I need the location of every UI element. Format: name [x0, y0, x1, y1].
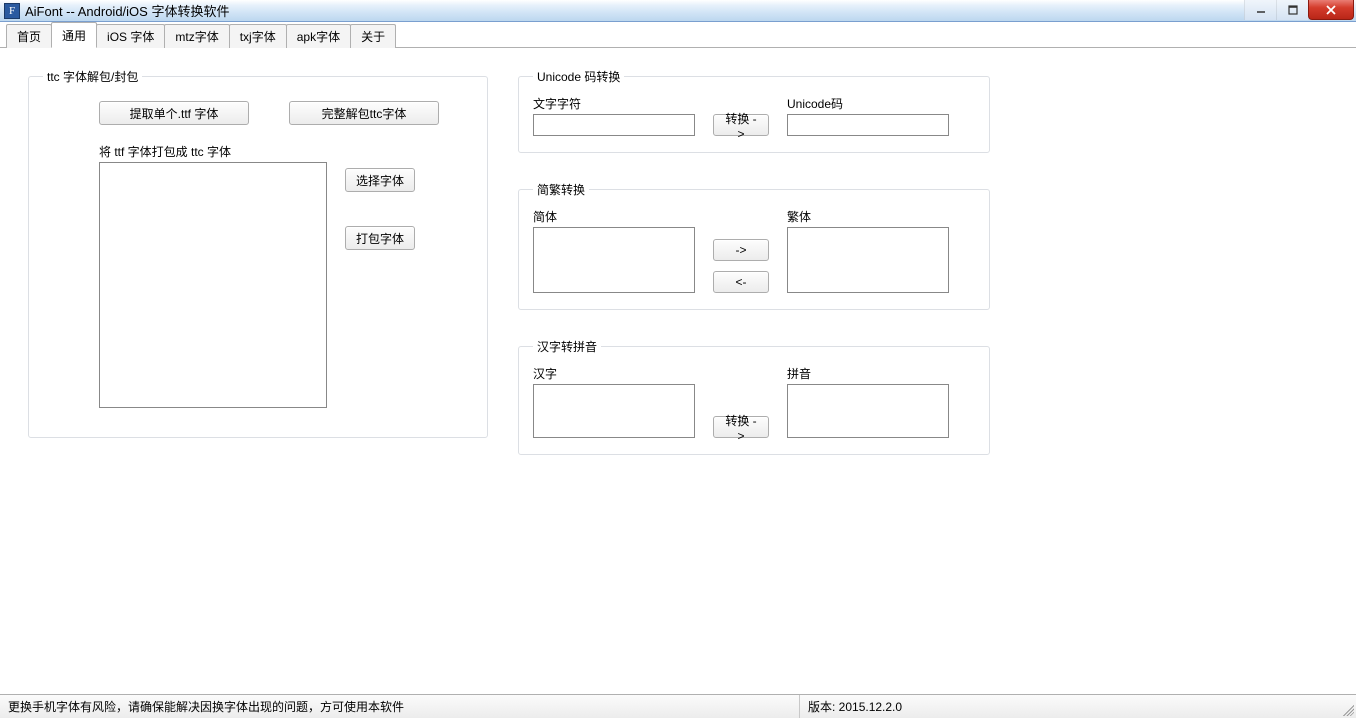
to-traditional-button[interactable]: ->: [713, 239, 769, 261]
titlebar: F AiFont -- Android/iOS 字体转换软件: [0, 0, 1356, 22]
ttf-listbox[interactable]: [99, 162, 327, 408]
jianfan-legend: 简繁转换: [533, 181, 589, 198]
content-area: ttc 字体解包/封包 提取单个.ttf 字体 完整解包ttc字体 将 ttf …: [0, 48, 1356, 503]
simplified-textarea[interactable]: [533, 227, 695, 293]
ttc-legend: ttc 字体解包/封包: [43, 68, 142, 85]
to-simplified-button[interactable]: <-: [713, 271, 769, 293]
select-font-button[interactable]: 选择字体: [345, 168, 415, 192]
jianfan-group: 简繁转换 简体 -> <- 繁体: [518, 181, 990, 310]
unicode-char-input[interactable]: [533, 114, 695, 136]
unicode-code-input[interactable]: [787, 114, 949, 136]
pinyin-group: 汉字转拼音 汉字 转换 -> 拼音: [518, 338, 990, 455]
tab-bar: 首页 通用 iOS 字体 mtz字体 txj字体 apk字体 关于: [0, 24, 1356, 48]
status-version: 版本: 2015.12.2.0: [800, 695, 1320, 718]
pinyin-convert-button[interactable]: 转换 ->: [713, 416, 769, 438]
unicode-legend: Unicode 码转换: [533, 68, 624, 85]
simplified-label: 简体: [533, 208, 695, 225]
window-title: AiFont -- Android/iOS 字体转换软件: [25, 1, 229, 20]
pack-font-button[interactable]: 打包字体: [345, 226, 415, 250]
pinyin-label: 拼音: [787, 365, 949, 382]
unicode-char-label: 文字字符: [533, 95, 695, 112]
minimize-button[interactable]: [1244, 0, 1276, 20]
maximize-button[interactable]: [1276, 0, 1308, 20]
unpack-ttc-button[interactable]: 完整解包ttc字体: [289, 101, 439, 125]
traditional-label: 繁体: [787, 208, 949, 225]
status-bar: 更换手机字体有风险，请确保能解决因换字体出现的问题，方可使用本软件 版本: 20…: [0, 694, 1356, 718]
traditional-textarea[interactable]: [787, 227, 949, 293]
tab-home[interactable]: 首页: [6, 24, 52, 48]
app-icon: F: [4, 3, 20, 19]
unicode-code-label: Unicode码: [787, 95, 949, 112]
pinyin-textarea[interactable]: [787, 384, 949, 438]
tab-general[interactable]: 通用: [51, 22, 97, 48]
tab-mtz-font[interactable]: mtz字体: [164, 24, 229, 48]
tab-ios-font[interactable]: iOS 字体: [96, 24, 165, 48]
tab-about[interactable]: 关于: [350, 24, 396, 48]
tab-apk-font[interactable]: apk字体: [286, 24, 351, 48]
unicode-convert-button[interactable]: 转换 ->: [713, 114, 769, 136]
hanzi-label: 汉字: [533, 365, 695, 382]
pinyin-legend: 汉字转拼音: [533, 338, 601, 355]
hanzi-textarea[interactable]: [533, 384, 695, 438]
extract-single-ttf-button[interactable]: 提取单个.ttf 字体: [99, 101, 249, 125]
unicode-group: Unicode 码转换 文字字符 转换 -> Unicode码: [518, 68, 990, 153]
close-button[interactable]: [1308, 0, 1354, 20]
tab-txj-font[interactable]: txj字体: [229, 24, 287, 48]
pack-ttf-label: 将 ttf 字体打包成 ttc 字体: [99, 143, 473, 160]
resize-grip-icon[interactable]: [1340, 702, 1354, 716]
ttc-group: ttc 字体解包/封包 提取单个.ttf 字体 完整解包ttc字体 将 ttf …: [28, 68, 488, 438]
status-message: 更换手机字体有风险，请确保能解决因换字体出现的问题，方可使用本软件: [0, 695, 800, 718]
